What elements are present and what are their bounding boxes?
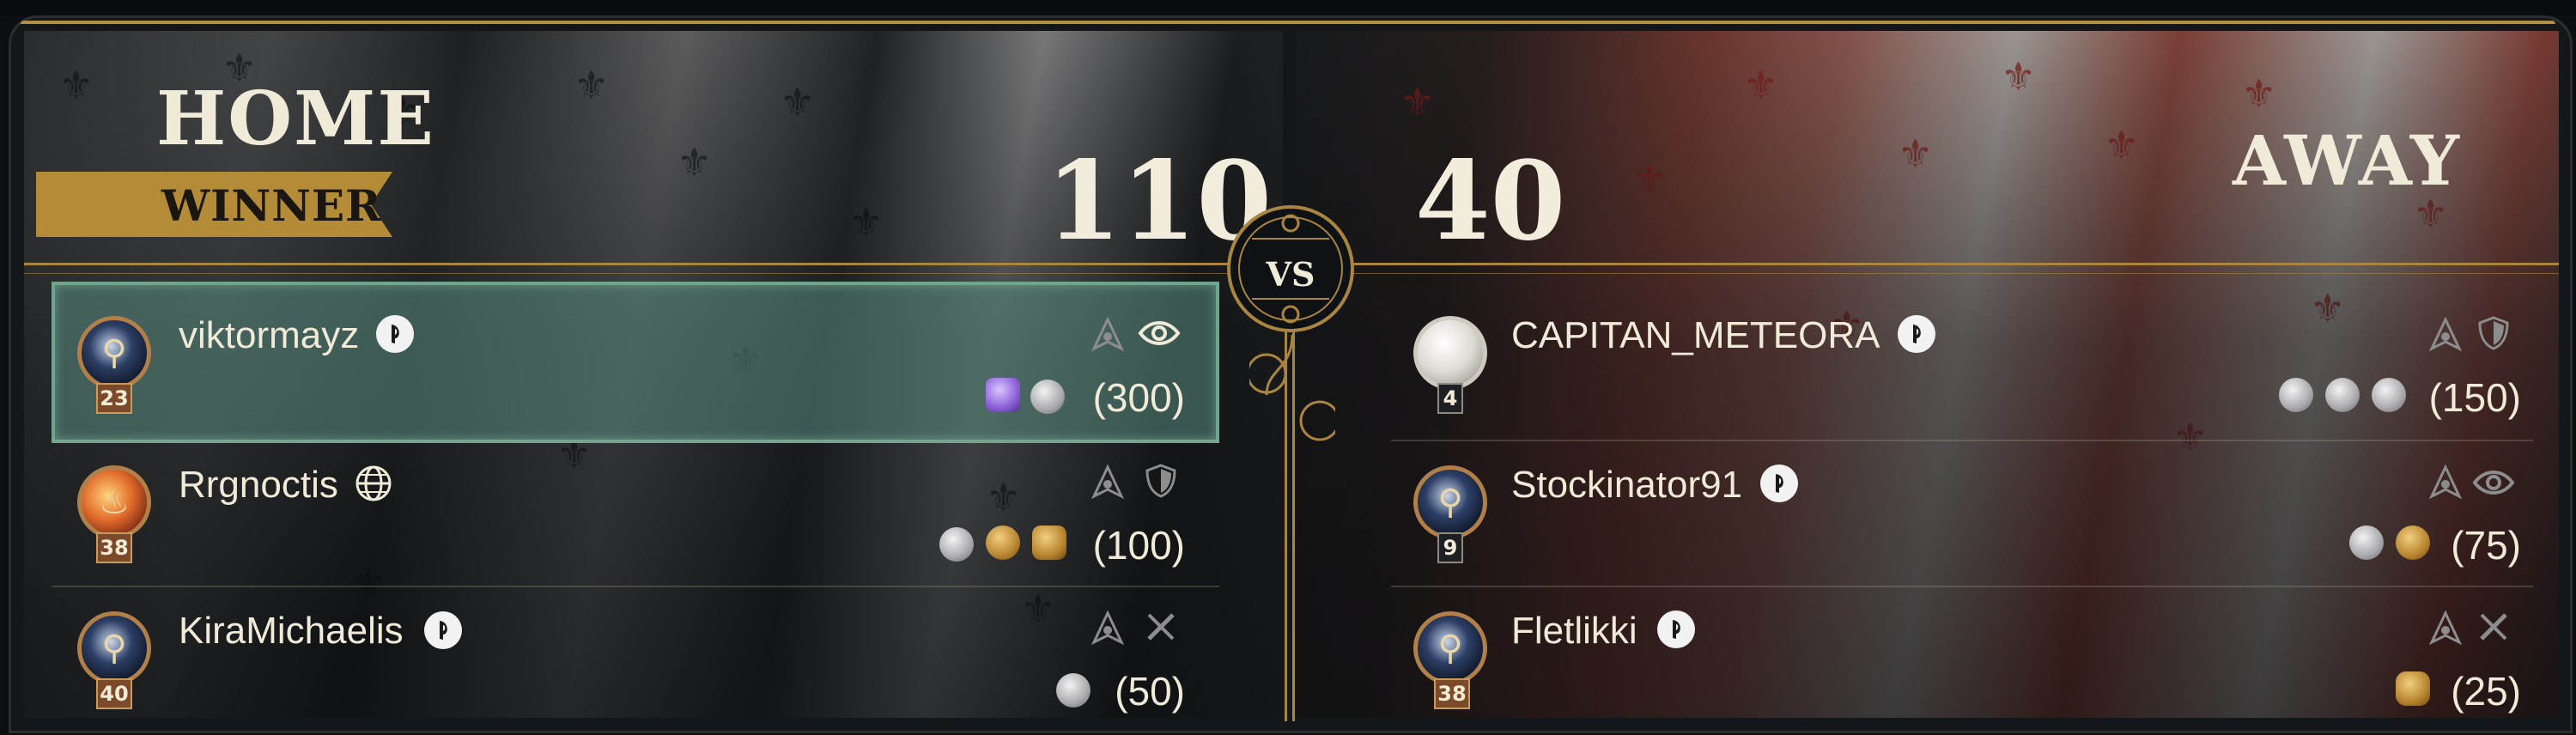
- home-player-row[interactable]: ♨ 38 Rrgnoctis (100): [52, 443, 1219, 589]
- avatar: ♨: [77, 465, 151, 539]
- player-name: Rrgnoctis: [179, 464, 338, 506]
- playstation-icon: [1657, 610, 1695, 648]
- player-points: (25): [2451, 669, 2521, 714]
- avatar: ⚲: [77, 316, 151, 390]
- top-shadow: [0, 0, 2576, 15]
- sword-icon: [2480, 613, 2507, 641]
- away-player-row[interactable]: ⚲ 38 Fletlikki (25): [1391, 589, 2533, 735]
- fleur-de-lis-icon: ⚜: [574, 62, 610, 108]
- away-player-row[interactable]: 4 CAPITAN_METEORA (150): [1391, 292, 2533, 438]
- archer-icon: [2428, 610, 2463, 646]
- level-badge: 4: [1437, 383, 1463, 414]
- away-team-label: AWAY: [2233, 120, 2462, 201]
- fleur-de-lis-icon: ⚜: [58, 62, 94, 108]
- playstation-icon: [376, 315, 414, 353]
- player-points: (75): [2451, 523, 2521, 568]
- eye-icon: [2472, 471, 2515, 495]
- fleur-de-lis-icon: ⚜: [2104, 122, 2140, 168]
- home-player-row[interactable]: ⚲ 40 KiraMichaelis (50): [52, 589, 1219, 735]
- home-player-row[interactable]: ⚲ 23 viktormayz (300): [52, 292, 1219, 438]
- player-name: viktormayz: [179, 314, 360, 356]
- medal-icon: [2349, 525, 2384, 560]
- fleur-de-lis-icon: ⚜: [1743, 62, 1779, 108]
- emblem-icon: ⚲: [101, 333, 127, 373]
- vs-label: VS: [1266, 255, 1315, 294]
- level-badge: 23: [96, 383, 132, 414]
- emblem-icon: ⚲: [1437, 629, 1463, 668]
- fleur-de-lis-icon: ⚜: [677, 139, 713, 185]
- emblem-icon: ⚲: [1437, 483, 1463, 522]
- row-divider: [1391, 440, 2533, 441]
- playstation-icon: [1760, 465, 1798, 502]
- avatar: ⚲: [77, 611, 151, 685]
- player-points: (150): [2428, 375, 2521, 420]
- home-team-label: HOME: [156, 76, 435, 162]
- fleur-de-lis-icon: ⚜: [1898, 131, 1934, 177]
- player-points: (300): [1092, 375, 1185, 420]
- playstation-icon: [1898, 315, 1935, 353]
- player-name: Stockinator91: [1511, 464, 1743, 506]
- archer-icon: [2428, 316, 2463, 352]
- player-points: (100): [1092, 523, 1185, 568]
- fleur-de-lis-icon: ⚜: [2241, 70, 2277, 117]
- level-badge: 38: [96, 532, 132, 563]
- phoenix-icon: ♨: [99, 483, 130, 522]
- fleur-de-lis-icon: ⚜: [848, 199, 884, 246]
- winner-label: WINNER: [161, 180, 382, 231]
- eye-icon: [1138, 321, 1181, 345]
- medal-icon: [939, 527, 974, 562]
- medal-icon: [2279, 378, 2313, 412]
- avatar: ⚲: [1413, 465, 1487, 539]
- globe-icon: [355, 465, 392, 501]
- level-badge: 9: [1437, 532, 1463, 563]
- medal-icon: [986, 525, 1020, 560]
- archer-icon: [1091, 610, 1125, 646]
- away-player-row[interactable]: ⚲ 9 Stockinator91 (75): [1391, 443, 2533, 589]
- archer-icon: [1091, 464, 1125, 500]
- level-badge: 38: [1434, 678, 1470, 709]
- shield-icon: [2478, 316, 2509, 350]
- away-score: 40: [1415, 137, 1566, 264]
- emblem-icon: ⚲: [101, 629, 127, 668]
- fleur-de-lis-icon: ⚜: [780, 79, 816, 125]
- player-name: Fletlikki: [1511, 610, 1637, 652]
- shield-icon: [1145, 464, 1176, 498]
- player-name: CAPITAN_METEORA: [1511, 314, 1880, 356]
- archer-icon: [2428, 464, 2463, 500]
- level-badge: 40: [96, 678, 132, 709]
- frame-gold-border: [21, 21, 2555, 24]
- archer-icon: [1091, 316, 1125, 352]
- fleur-de-lis-icon: ⚜: [1631, 156, 1668, 203]
- sword-icon: [1147, 613, 1175, 641]
- row-divider: [52, 440, 1219, 441]
- center-ornament: [1249, 335, 1335, 441]
- medal-icon: [986, 378, 1020, 412]
- medal-icon: [2325, 378, 2360, 412]
- fleur-de-lis-icon: ⚜: [1400, 79, 1436, 125]
- player-name: KiraMichaelis: [179, 610, 404, 652]
- playstation-icon: [424, 611, 462, 649]
- player-points: (50): [1115, 669, 1185, 714]
- avatar: [1413, 316, 1487, 390]
- avatar: ⚲: [1413, 611, 1487, 685]
- fleur-de-lis-icon: ⚜: [2001, 53, 2037, 100]
